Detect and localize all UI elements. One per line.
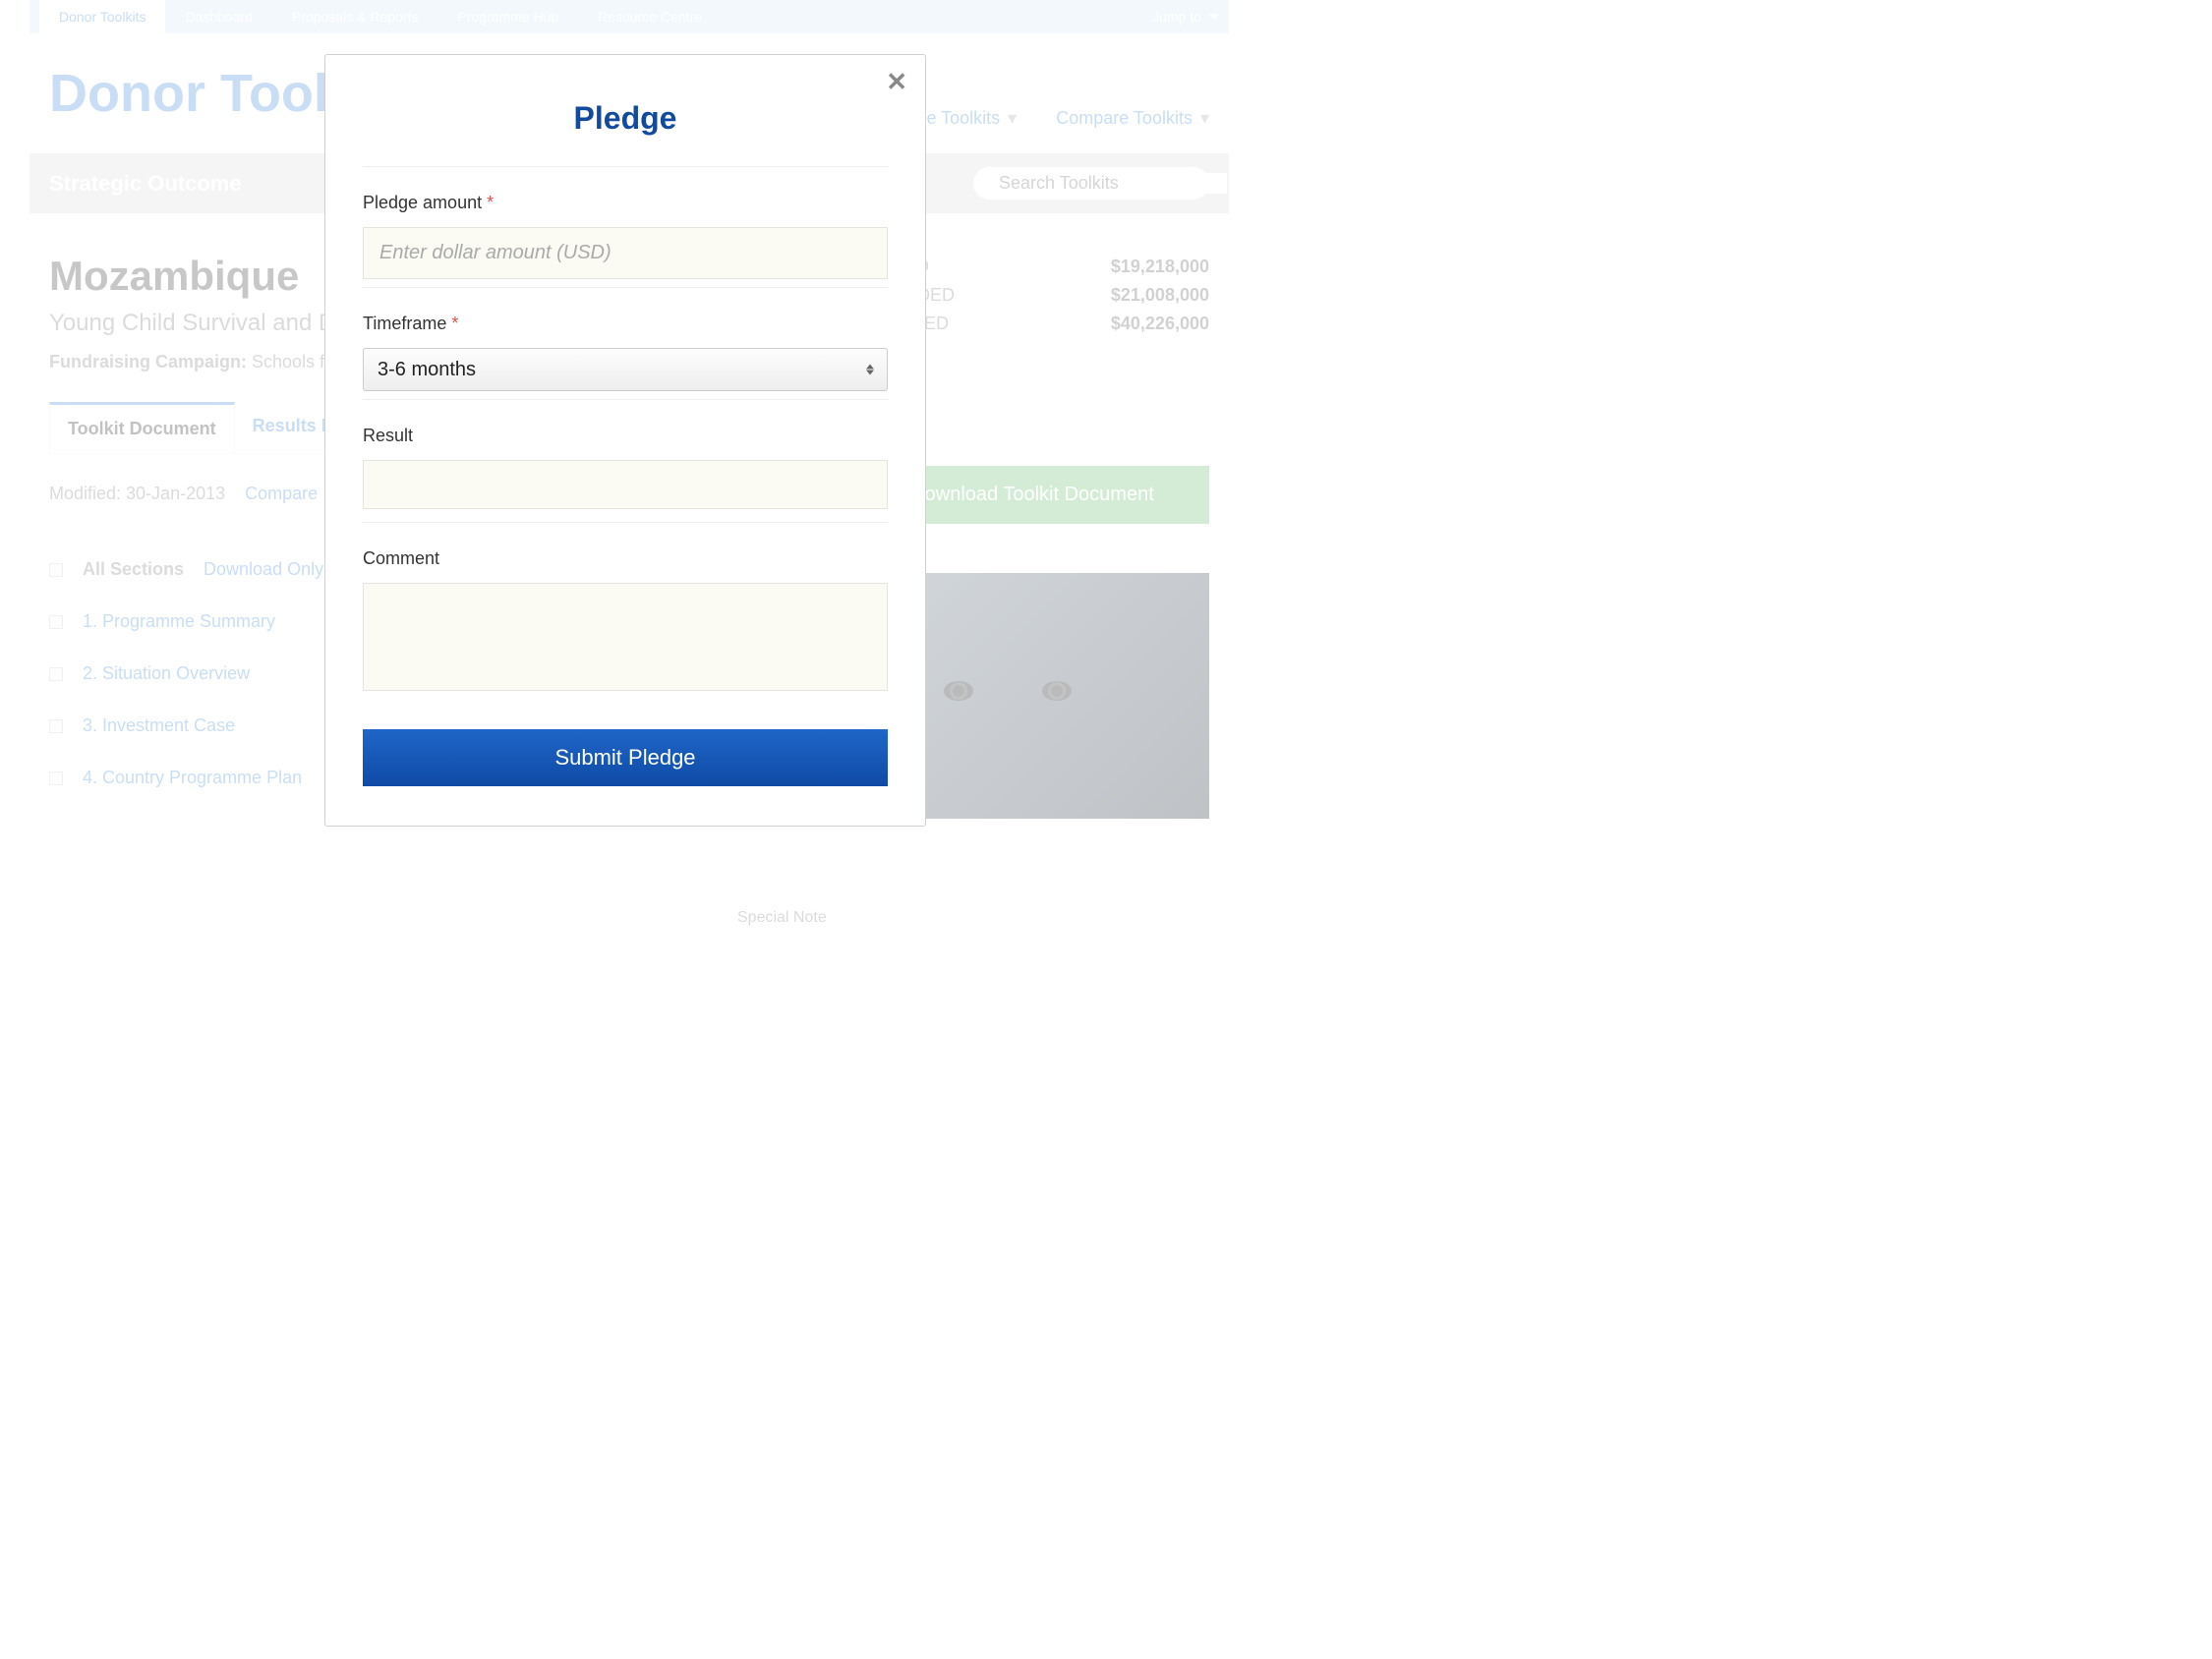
section-link[interactable]: 1. Programme Summary (83, 611, 275, 632)
top-nav: Donor Toolkits Dashboard Proposals & Rep… (29, 0, 1229, 33)
checkbox[interactable] (49, 719, 63, 733)
chevron-down-icon (1209, 14, 1219, 20)
modified-date: Modified: 30-Jan-2013 (49, 484, 225, 504)
result-input[interactable] (363, 460, 888, 509)
comment-input[interactable] (363, 583, 888, 691)
pledge-amount-label: Pledge amount * (363, 193, 888, 213)
tab-toolkit-document[interactable]: Toolkit Document (49, 402, 235, 453)
timeframe-label: Timeframe * (363, 314, 888, 334)
compare-toolkits-link[interactable]: Compare Toolkits ▾ (1056, 108, 1209, 129)
comment-label: Comment (363, 548, 888, 569)
strategic-outcome-dropdown[interactable]: Strategic Outcome (49, 171, 242, 197)
checkbox-all[interactable] (49, 563, 63, 577)
special-note-label: Special Note (737, 909, 827, 927)
close-icon[interactable]: ✕ (886, 69, 907, 94)
nav-resource-centre[interactable]: Resource Centre (578, 0, 722, 33)
checkbox[interactable] (49, 667, 63, 681)
compare-link[interactable]: Compare (245, 484, 318, 504)
page-actions: Browse Toolkits ▾ Compare Toolkits ▾ (877, 108, 1209, 129)
nav-proposals[interactable]: Proposals & Reports (272, 0, 437, 33)
checkbox[interactable] (49, 615, 63, 629)
search-wrap (973, 167, 1209, 200)
jump-to-dropdown[interactable]: Jump to (1152, 9, 1219, 25)
timeframe-select[interactable]: 3-6 months (363, 348, 888, 391)
nav-donor-toolkits[interactable]: Donor Toolkits (39, 0, 165, 33)
pledge-modal: ✕ Pledge Pledge amount * Timeframe * 3-6… (324, 54, 926, 827)
nav-programme-hub[interactable]: Programme Hub (437, 0, 578, 33)
result-label: Result (363, 426, 888, 446)
submit-pledge-button[interactable]: Submit Pledge (363, 729, 888, 786)
section-link[interactable]: 4. Country Programme Plan (83, 768, 302, 788)
all-sections-label: All Sections (83, 559, 184, 580)
section-link[interactable]: 2. Situation Overview (83, 663, 250, 684)
checkbox[interactable] (49, 772, 63, 785)
section-link[interactable]: 3. Investment Case (83, 715, 235, 736)
modal-title: Pledge (363, 100, 888, 137)
pledge-amount-input[interactable] (363, 227, 888, 279)
search-input[interactable] (999, 173, 1227, 194)
nav-dashboard[interactable]: Dashboard (165, 0, 272, 33)
